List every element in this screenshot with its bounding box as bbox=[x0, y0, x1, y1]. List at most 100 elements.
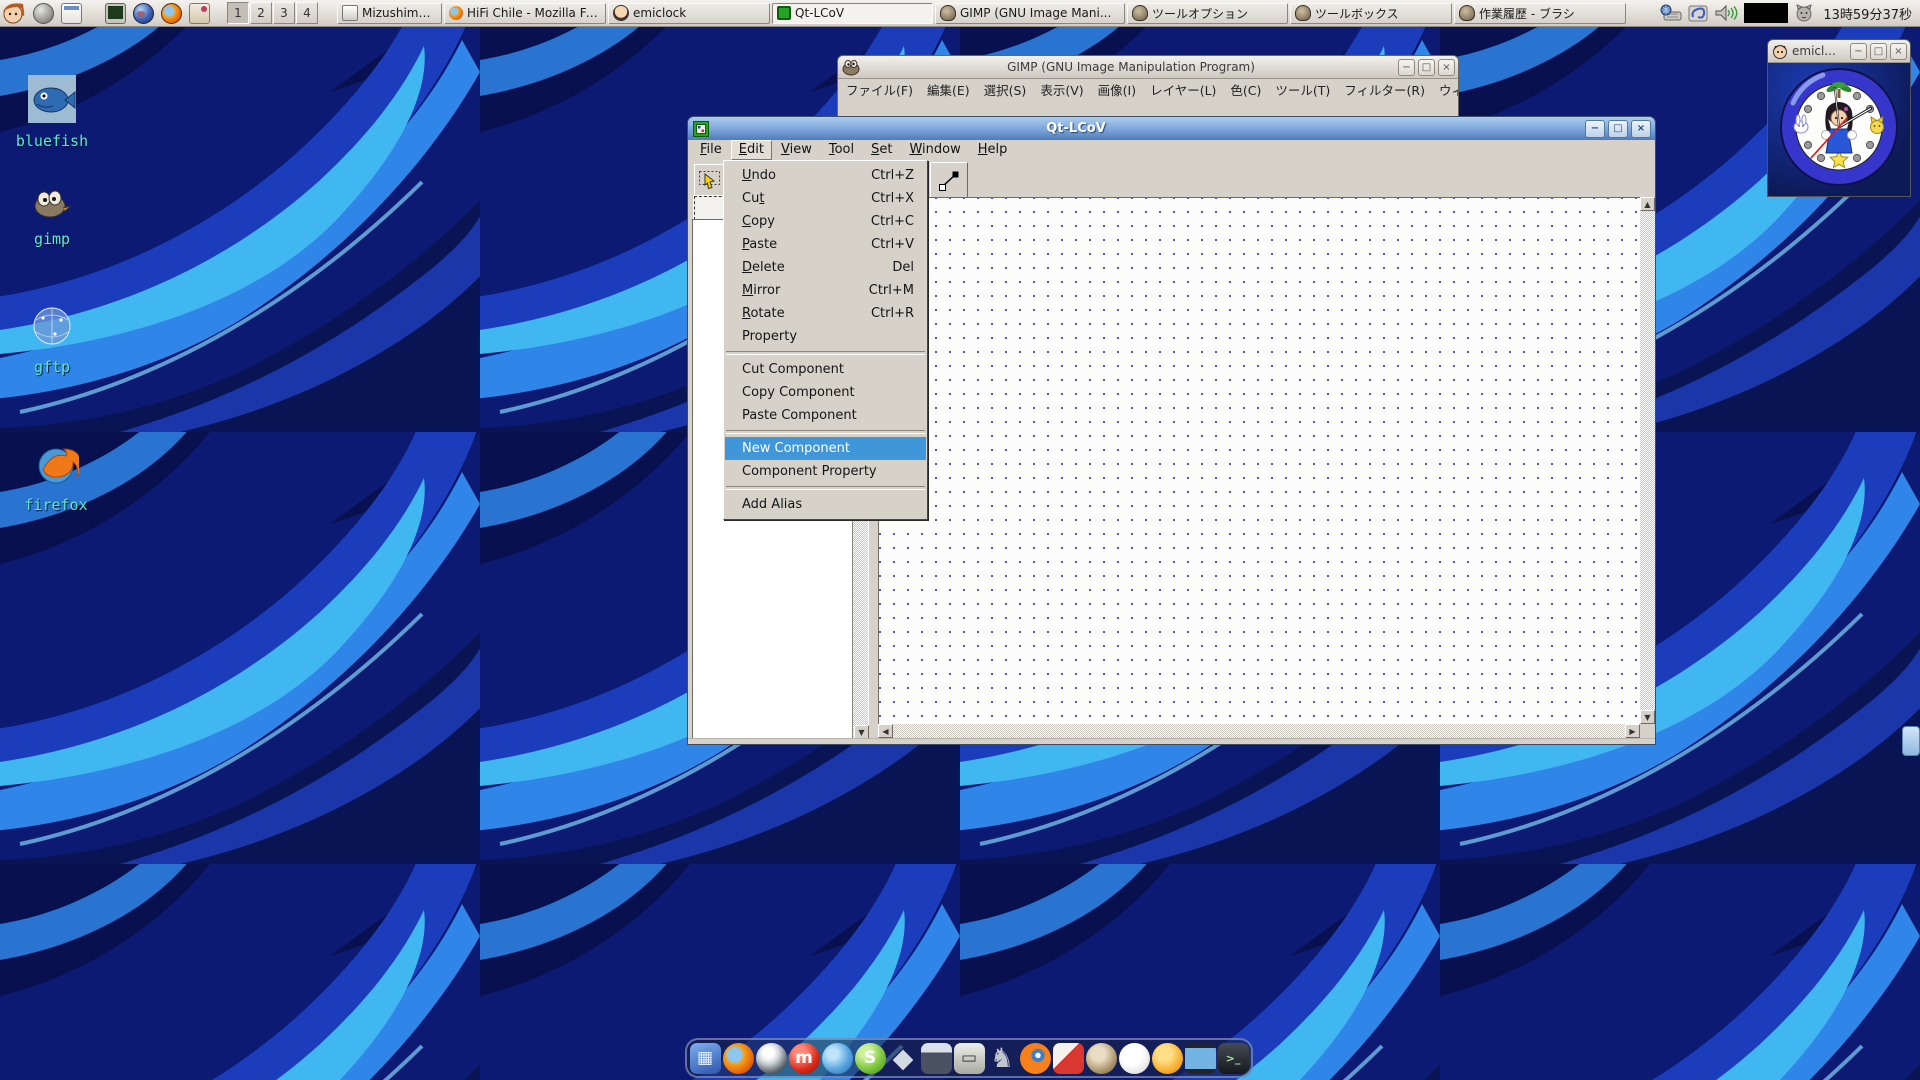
task-button[interactable]: 作業履歴 - ブラシ bbox=[1454, 3, 1626, 24]
menu-item-paste-component[interactable]: Paste Component bbox=[725, 404, 926, 427]
task-button[interactable]: ツールオプション bbox=[1127, 3, 1288, 24]
gimp-menu-編集(E)[interactable]: 編集(E) bbox=[927, 80, 970, 99]
gimp-menu-画像(I)[interactable]: 画像(I) bbox=[1098, 80, 1136, 99]
workspace-2[interactable]: 2 bbox=[250, 2, 272, 24]
launcher-terminal[interactable] bbox=[103, 2, 127, 24]
taskbar-clock[interactable]: 13時59分37秒 bbox=[1823, 4, 1912, 23]
maximize-button[interactable]: □ bbox=[1418, 59, 1435, 76]
gimp-menu-フィルター(R)[interactable]: フィルター(R) bbox=[1344, 80, 1425, 99]
dock-icon-terminal[interactable]: >_ bbox=[1218, 1043, 1249, 1074]
menu-item-cut[interactable]: CutCtrl+X bbox=[725, 187, 926, 210]
dock-icon-movie-player[interactable] bbox=[1185, 1043, 1216, 1074]
task-button[interactable]: Mizushima Amplifier F... bbox=[337, 3, 442, 24]
dock-icon-skype[interactable]: S bbox=[855, 1043, 886, 1074]
workspace-4[interactable]: 4 bbox=[296, 2, 318, 24]
workspace-3[interactable]: 3 bbox=[273, 2, 295, 24]
dock-icon-firefox[interactable] bbox=[723, 1043, 754, 1074]
task-button[interactable]: emiclock bbox=[608, 3, 770, 24]
menu-help[interactable]: Help bbox=[970, 140, 1016, 160]
launcher-package[interactable] bbox=[187, 2, 211, 24]
menu-tool[interactable]: Tool bbox=[821, 140, 862, 160]
line-tool-button[interactable] bbox=[930, 162, 968, 198]
scroll-right-button[interactable]: ▶ bbox=[1625, 724, 1640, 738]
menu-file[interactable]: File bbox=[692, 140, 730, 160]
scroll-left-button[interactable]: ◀ bbox=[878, 724, 893, 738]
canvas-vertical-scrollbar[interactable]: ▲ ▼ bbox=[1640, 197, 1655, 724]
menu-item-add-alias[interactable]: Add Alias bbox=[725, 493, 926, 516]
dock-icon-bluefish[interactable] bbox=[822, 1043, 853, 1074]
emiclock-titlebar[interactable]: emicl... −□× bbox=[1768, 40, 1910, 63]
maximize-button[interactable]: □ bbox=[1608, 120, 1628, 138]
gimp-menu-ツール(T)[interactable]: ツール(T) bbox=[1275, 80, 1330, 99]
gimp-menu-色(C)[interactable]: 色(C) bbox=[1230, 80, 1261, 99]
scroll-down-button[interactable]: ▼ bbox=[1640, 710, 1655, 724]
scroll-up-button[interactable]: ▲ bbox=[1640, 197, 1655, 211]
avatar-menu-icon[interactable] bbox=[1, 1, 25, 25]
menu-item-new-component[interactable]: New Component bbox=[725, 437, 926, 460]
menu-window[interactable]: Window bbox=[901, 140, 968, 160]
gimp-menu-ファイル(F)[interactable]: ファイル(F) bbox=[846, 80, 913, 99]
gimp-window[interactable]: GIMP (GNU Image Manipulation Program) −□… bbox=[838, 56, 1458, 118]
desktop-icon-gftp[interactable]: gftp bbox=[4, 304, 100, 376]
black-panel-applet[interactable] bbox=[1744, 3, 1788, 23]
dock-icon-pdf-reader[interactable] bbox=[1053, 1043, 1084, 1074]
menu-item-property[interactable]: Property bbox=[725, 325, 926, 348]
workspace-1[interactable]: 1 bbox=[227, 2, 249, 24]
menu-item-cut-component[interactable]: Cut Component bbox=[725, 358, 926, 381]
menu-item-undo[interactable]: UndoCtrl+Z bbox=[725, 164, 926, 187]
task-button[interactable]: GIMP (GNU Image Mani... bbox=[935, 3, 1125, 24]
menu-view[interactable]: View bbox=[773, 140, 820, 160]
desktop-icon-firefox[interactable]: firefox bbox=[8, 442, 104, 514]
minimize-button[interactable]: − bbox=[1585, 120, 1605, 138]
dock-icon-blender[interactable] bbox=[1020, 1043, 1051, 1074]
close-button[interactable]: × bbox=[1890, 43, 1907, 60]
select-tool-button[interactable] bbox=[694, 164, 726, 197]
face-applet-icon[interactable] bbox=[1794, 4, 1814, 22]
qt-titlebar[interactable]: Qt-LCoV −□× bbox=[688, 117, 1655, 140]
launcher-windows[interactable] bbox=[59, 2, 83, 24]
dock-icon-paint[interactable] bbox=[1119, 1043, 1150, 1074]
dock-icon-inkscape[interactable]: ◆ bbox=[888, 1043, 919, 1074]
close-button[interactable]: × bbox=[1631, 120, 1651, 138]
emiclock-window[interactable]: emicl... −□× bbox=[1768, 40, 1910, 196]
canvas-horizontal-scrollbar[interactable]: ◀ ▶ bbox=[878, 724, 1640, 739]
gimp-menu-ウィンドウ(W)[interactable]: ウィンドウ(W) bbox=[1439, 80, 1458, 99]
menu-item-paste[interactable]: PasteCtrl+V bbox=[725, 233, 926, 256]
gimp-menu-表示(V)[interactable]: 表示(V) bbox=[1040, 80, 1083, 99]
menu-item-delete[interactable]: DeleteDel bbox=[725, 256, 926, 279]
task-button[interactable]: Qt-LCoV bbox=[772, 3, 933, 24]
dock-icon-mplayer[interactable]: m bbox=[789, 1043, 820, 1074]
gimp-titlebar[interactable]: GIMP (GNU Image Manipulation Program) −□… bbox=[838, 56, 1458, 79]
gimp-menu-レイヤー(L)[interactable]: レイヤー(L) bbox=[1150, 80, 1216, 99]
dock-icon-video-editor[interactable] bbox=[921, 1043, 952, 1074]
launcher-firefox[interactable] bbox=[159, 2, 183, 24]
close-button[interactable]: × bbox=[1438, 59, 1455, 76]
menu-item-copy[interactable]: CopyCtrl+C bbox=[725, 210, 926, 233]
dock-icon-gimp[interactable] bbox=[1086, 1043, 1117, 1074]
dock-icon-app-launcher[interactable]: ▦ bbox=[690, 1043, 721, 1074]
menu-item-copy-component[interactable]: Copy Component bbox=[725, 381, 926, 404]
scroll-down-button[interactable]: ▼ bbox=[854, 725, 869, 739]
menu-item-component-property[interactable]: Component Property bbox=[725, 460, 926, 483]
dock-icon-openoffice[interactable] bbox=[1152, 1043, 1183, 1074]
menu-item-mirror[interactable]: MirrorCtrl+M bbox=[725, 279, 926, 302]
volume-icon[interactable] bbox=[1714, 3, 1738, 23]
menu-edit[interactable]: Edit bbox=[731, 140, 772, 160]
menu-item-rotate[interactable]: RotateCtrl+R bbox=[725, 302, 926, 325]
minimize-button[interactable]: − bbox=[1398, 59, 1415, 76]
launcher-ball[interactable] bbox=[31, 2, 55, 24]
maximize-button[interactable]: □ bbox=[1870, 43, 1887, 60]
desktop-icon-gimp[interactable]: gimp bbox=[4, 184, 100, 248]
task-button[interactable]: ツールボックス bbox=[1290, 3, 1452, 24]
network-keyboard-icon[interactable] bbox=[1660, 4, 1682, 22]
desktop-icon-bluefish[interactable]: bluefish bbox=[4, 74, 100, 150]
menu-set[interactable]: Set bbox=[863, 140, 900, 160]
dock-icon-screenshot[interactable]: ▭ bbox=[954, 1043, 985, 1074]
dock-icon-web-globe[interactable] bbox=[756, 1043, 787, 1074]
mouse-gesture-icon[interactable] bbox=[1688, 4, 1708, 22]
offscreen-window-fragment[interactable] bbox=[1902, 726, 1920, 756]
minimize-button[interactable]: − bbox=[1850, 43, 1867, 60]
design-canvas[interactable] bbox=[878, 197, 1640, 724]
dock-icon-gnu-chess[interactable]: ♞ bbox=[987, 1043, 1018, 1074]
task-button[interactable]: HiFi Chile - Mozilla Fir... bbox=[444, 3, 606, 24]
